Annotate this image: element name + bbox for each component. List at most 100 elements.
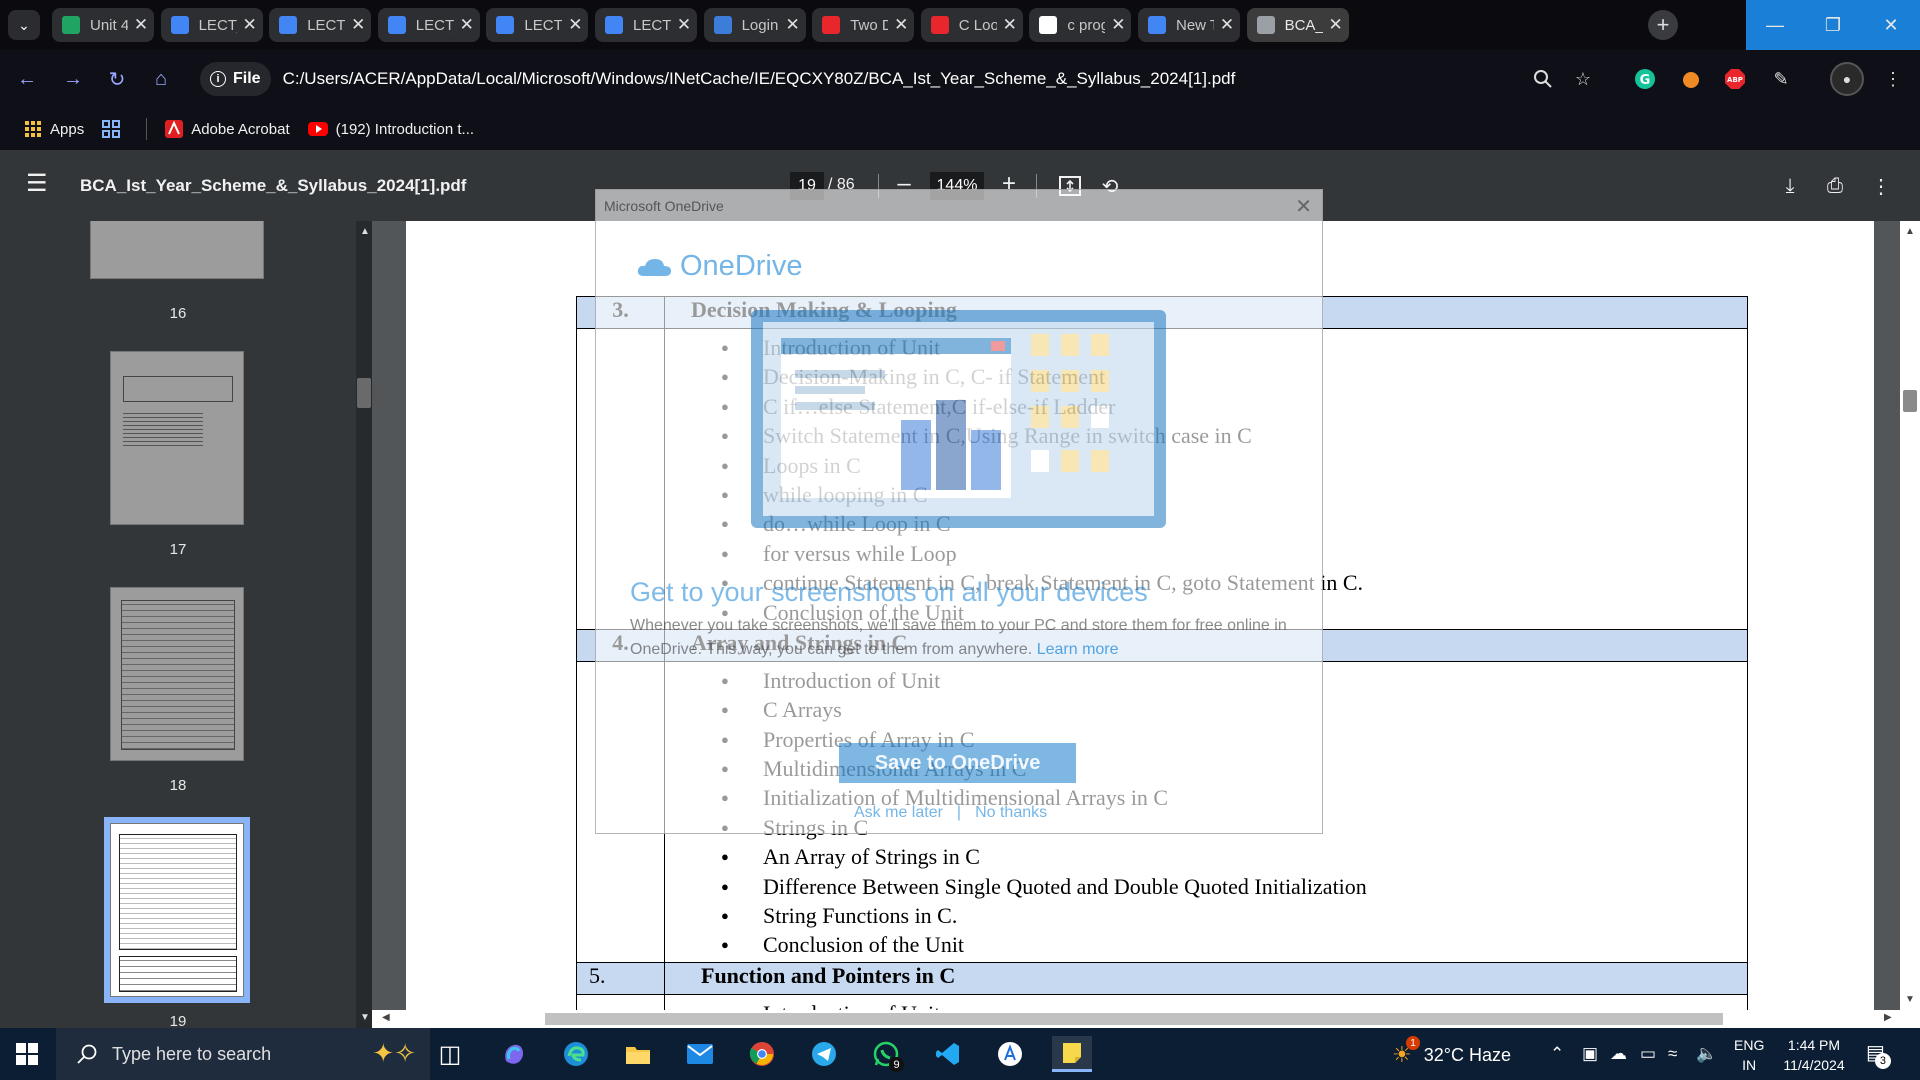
tab-close-icon[interactable]: ✕ xyxy=(997,15,1023,35)
profile-avatar[interactable]: ● xyxy=(1830,62,1864,96)
thumbnail-page-16[interactable] xyxy=(90,221,264,279)
reload-button[interactable]: ↻ xyxy=(102,64,132,94)
vscode-icon[interactable] xyxy=(928,1036,968,1072)
no-thanks-link[interactable]: No thanks xyxy=(975,804,1047,821)
app-store-icon[interactable] xyxy=(990,1036,1030,1072)
zoom-icon[interactable] xyxy=(1528,64,1558,94)
input-language[interactable]: ENG IN xyxy=(1734,1035,1764,1075)
meet-now-icon[interactable]: ▣ xyxy=(1582,1044,1598,1064)
sidebar-toggle-menu-icon[interactable]: ☰ xyxy=(26,172,48,196)
tab-close-icon[interactable]: ✕ xyxy=(562,15,588,35)
new-tab-button[interactable]: + xyxy=(1648,10,1678,40)
browser-tab[interactable]: Login ✕ xyxy=(703,8,806,42)
tab-close-icon[interactable]: ✕ xyxy=(345,15,371,35)
ask-me-later-link[interactable]: Ask me later xyxy=(854,804,943,821)
learn-more-link[interactable]: Learn more xyxy=(1037,641,1119,658)
document-vertical-scrollbar[interactable] xyxy=(1900,221,1920,1010)
weather-widget[interactable]: ☀ 1 32°C Haze xyxy=(1392,1036,1511,1068)
more-actions-icon[interactable]: ⋮ xyxy=(1866,172,1896,200)
doc-scroll-down-icon[interactable]: ▼ xyxy=(1905,994,1915,1005)
horizontal-scrollbar-thumb[interactable] xyxy=(545,1013,1723,1025)
browser-tab[interactable]: LECT_✕ xyxy=(160,8,263,42)
doc-scroll-up-icon[interactable]: ▲ xyxy=(1905,226,1915,237)
chrome-icon[interactable] xyxy=(742,1036,782,1072)
omnibox[interactable]: i File C:/Users/ACER/AppData/Local/Micro… xyxy=(196,58,1576,100)
tab-close-icon[interactable]: ✕ xyxy=(128,15,154,35)
telegram-icon[interactable] xyxy=(804,1036,844,1072)
tab-close-icon[interactable]: ✕ xyxy=(1214,15,1240,35)
browser-tab[interactable]: New T✕ xyxy=(1138,8,1240,42)
browser-tab[interactable]: BCA_I✕ xyxy=(1246,8,1349,42)
system-clock[interactable]: 1:44 PM 11/4/2024 xyxy=(1776,1035,1852,1075)
minimize-button[interactable]: — xyxy=(1746,0,1804,50)
topic-item: Difference Between Single Quoted and Dou… xyxy=(721,872,1747,902)
tab-close-icon[interactable]: ✕ xyxy=(888,15,914,35)
extension-orange-icon[interactable] xyxy=(1676,64,1706,94)
whatsapp-icon[interactable]: 9 xyxy=(866,1036,906,1072)
copilot-icon[interactable] xyxy=(494,1036,534,1072)
tab-close-icon[interactable]: ✕ xyxy=(1105,15,1131,35)
doc-scroll-right-icon[interactable]: ▶ xyxy=(1884,1012,1892,1023)
forward-button[interactable]: → xyxy=(58,64,88,94)
tab-groups-button[interactable] xyxy=(102,120,128,138)
sidebar-scroll-up-icon[interactable]: ▲ xyxy=(360,226,370,237)
bookmark-adobe-acrobat[interactable]: Adobe Acrobat xyxy=(165,120,290,138)
adblock-icon[interactable]: ABP xyxy=(1720,64,1750,94)
grammarly-icon[interactable]: G xyxy=(1630,64,1660,94)
edge-icon[interactable] xyxy=(556,1036,596,1072)
doc-scroll-left-icon[interactable]: ◀ xyxy=(382,1012,390,1023)
thumbnail-page-18[interactable] xyxy=(110,587,244,761)
site-info-chip[interactable]: i File xyxy=(200,62,271,96)
volume-icon[interactable]: 🔈 xyxy=(1696,1044,1717,1064)
sticky-notes-icon[interactable] xyxy=(1052,1036,1092,1072)
tab-close-icon[interactable]: ✕ xyxy=(454,15,480,35)
url-text[interactable]: C:/Users/ACER/AppData/Local/Microsoft/Wi… xyxy=(283,69,1236,89)
tab-label: BCA_I xyxy=(1284,16,1323,34)
sidebar-scrollbar[interactable] xyxy=(356,221,372,1028)
save-to-onedrive-button[interactable]: Save to OneDrive xyxy=(839,743,1076,783)
document-scrollbar-thumb[interactable] xyxy=(1903,390,1917,412)
dialog-close-icon[interactable]: ✕ xyxy=(1295,194,1312,219)
tab-search-button[interactable]: ⌄ xyxy=(8,10,40,40)
sidebar-scrollbar-thumb[interactable] xyxy=(357,378,371,408)
home-button[interactable]: ⌂ xyxy=(146,64,176,94)
browser-tab[interactable]: LECT_2✕ xyxy=(486,8,589,42)
browser-tab[interactable]: LECT_2✕ xyxy=(269,8,372,42)
browser-tab[interactable]: Two D ✕ xyxy=(812,8,915,42)
tab-close-icon[interactable]: ✕ xyxy=(671,15,697,35)
extensions-puzzle-icon[interactable]: ✎ xyxy=(1766,64,1796,94)
taskbar-search-box[interactable]: Type here to search ✦✧ xyxy=(56,1028,430,1080)
print-icon[interactable]: ⎙ xyxy=(1820,172,1850,200)
onedrive-tray-icon[interactable]: ☁ xyxy=(1610,1044,1627,1064)
tab-close-icon[interactable]: ✕ xyxy=(1323,15,1349,35)
browser-tab[interactable]: C Loop✕ xyxy=(920,8,1023,42)
browser-tab[interactable]: LECT_1✕ xyxy=(595,8,697,42)
thumbnail-page-19[interactable] xyxy=(104,817,250,1003)
file-explorer-icon[interactable] xyxy=(618,1036,658,1072)
copilot-sparkle-icon[interactable]: ✦✧ xyxy=(372,1038,416,1069)
browser-menu-icon[interactable]: ⋮ xyxy=(1878,64,1908,94)
thumbnail-page-17[interactable] xyxy=(110,351,244,525)
notification-center-icon[interactable]: ▤ 3 xyxy=(1866,1040,1891,1069)
download-icon[interactable]: ⤓ xyxy=(1775,172,1805,200)
tab-strip: ⌄ Unit 4✕LECT_✕LECT_2✕LECT_4✕LECT_2✕LECT… xyxy=(0,0,1920,50)
tab-close-icon[interactable]: ✕ xyxy=(780,15,806,35)
wifi-icon[interactable]: ≈ xyxy=(1668,1044,1677,1064)
close-window-button[interactable]: ✕ xyxy=(1862,0,1920,50)
mail-icon[interactable] xyxy=(680,1036,720,1072)
browser-tab[interactable]: LECT_4✕ xyxy=(377,8,480,42)
google-icon xyxy=(1039,16,1058,34)
back-button[interactable]: ← xyxy=(12,64,42,94)
bookmark-star-icon[interactable]: ☆ xyxy=(1568,64,1598,94)
show-hidden-icons-chevron-icon[interactable]: ⌃ xyxy=(1550,1044,1564,1064)
sidebar-scroll-down-icon[interactable]: ▼ xyxy=(360,1012,370,1023)
task-view-icon[interactable]: ◫ xyxy=(430,1036,470,1072)
windows-start-icon[interactable] xyxy=(16,1043,38,1065)
bookmark-apps[interactable]: Apps xyxy=(24,120,84,138)
browser-tab[interactable]: Unit 4 ✕ xyxy=(52,8,154,42)
bookmark-youtube[interactable]: (192) Introduction t... xyxy=(307,121,474,138)
browser-tab[interactable]: c prog ✕ xyxy=(1029,8,1132,42)
tab-close-icon[interactable]: ✕ xyxy=(237,15,263,35)
restore-button[interactable]: ❐ xyxy=(1804,0,1862,50)
battery-icon[interactable]: ▭ xyxy=(1640,1044,1656,1064)
